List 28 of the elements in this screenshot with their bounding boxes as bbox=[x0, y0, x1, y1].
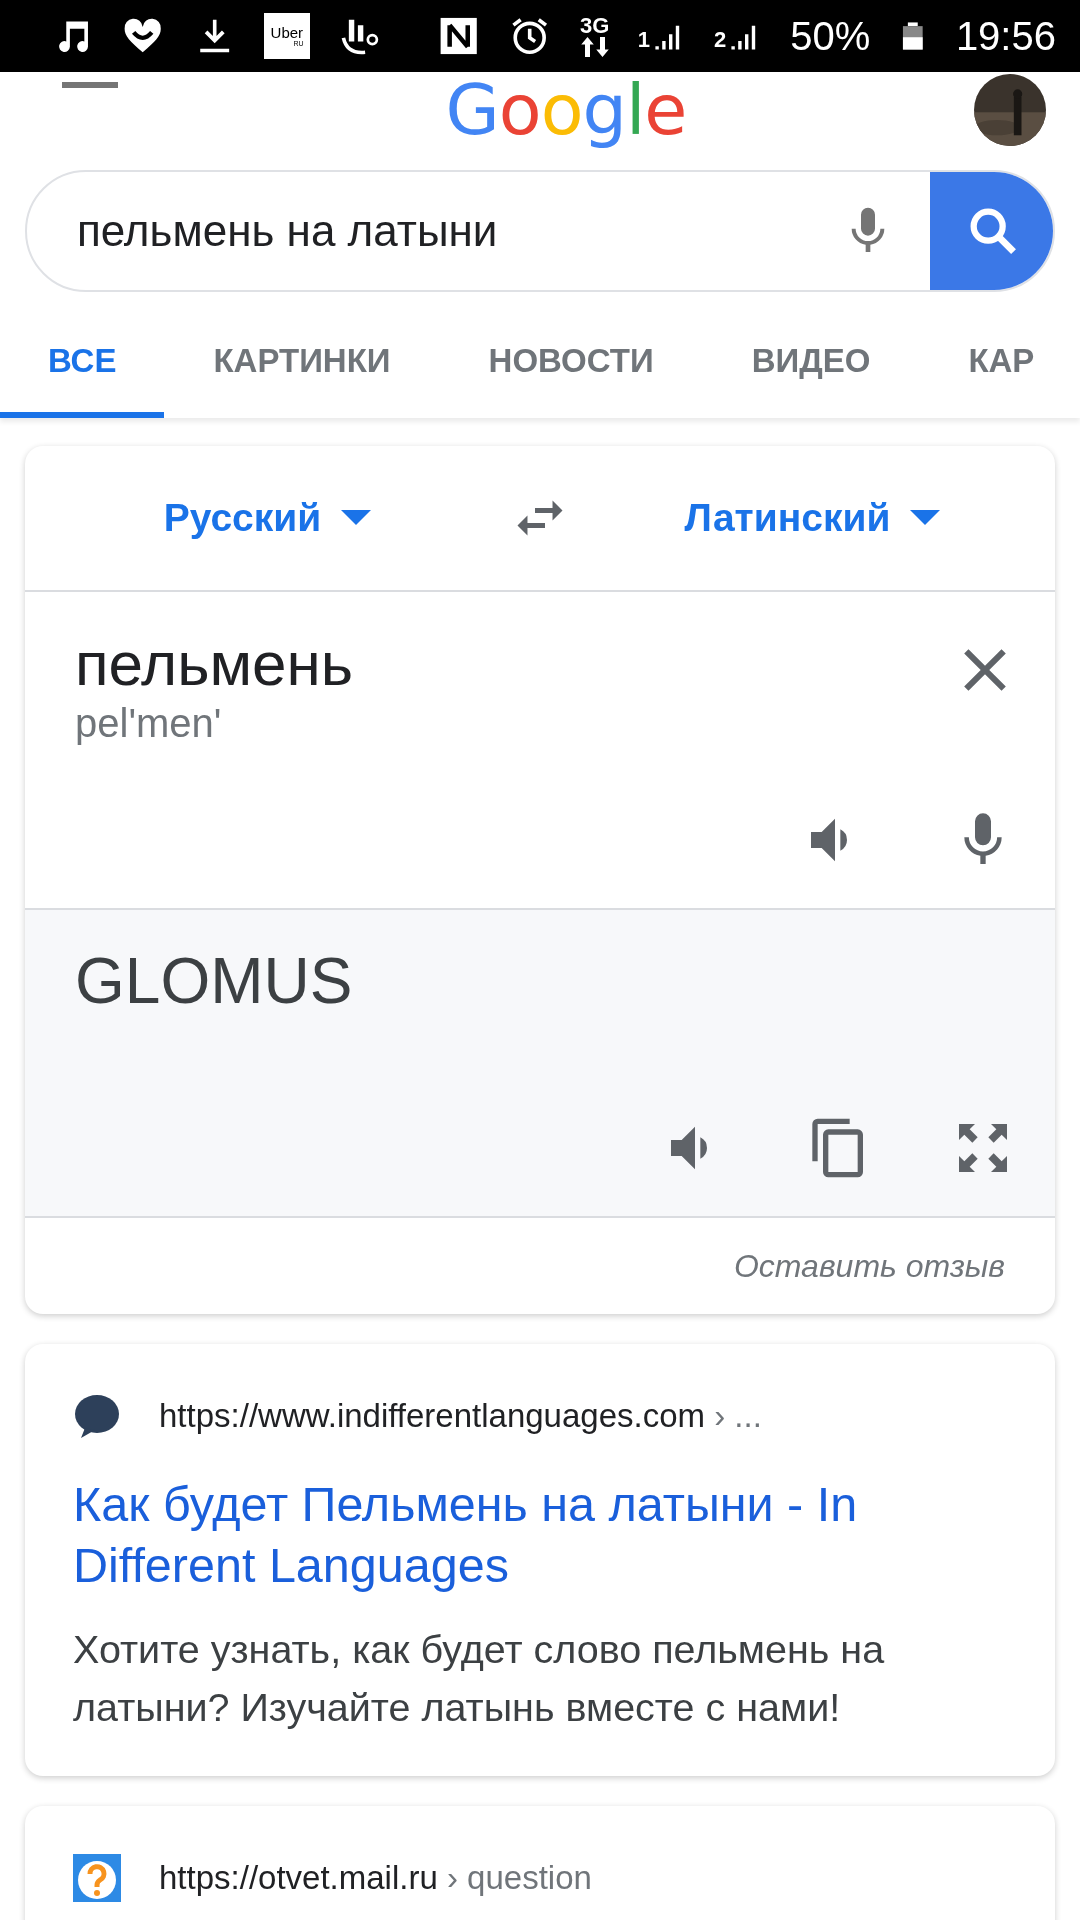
caret-icon bbox=[910, 510, 941, 526]
result-snippet: Хотите узнать, как будет слово пельмень на латыни? Изучайте латынь вместе с нами! bbox=[73, 1626, 886, 1731]
search-tab[interactable]: ВИДЕО bbox=[702, 312, 920, 418]
network-type: 3G bbox=[580, 15, 610, 37]
sim-label: 1 bbox=[637, 27, 650, 53]
transliteration: pel'men' bbox=[75, 701, 223, 746]
result-url: https://otvet.mail.ru › question bbox=[159, 1859, 592, 1897]
search-input[interactable]: пельмень на латыни bbox=[27, 205, 840, 257]
translation-text: GLOMUS bbox=[75, 945, 353, 1017]
result-title-link[interactable]: Как будет Пельмень на латыни - In Different Languages bbox=[73, 1474, 1007, 1596]
speech-bubble-icon bbox=[73, 1392, 121, 1440]
source-language-selector[interactable]: Русский bbox=[25, 495, 510, 541]
question-mark-icon bbox=[73, 1854, 121, 1902]
search-field[interactable]: пельмень на латыни bbox=[25, 170, 1055, 292]
search-tab[interactable]: НОВОСТИ bbox=[439, 312, 703, 418]
caret-icon bbox=[341, 510, 372, 526]
target-language-selector[interactable]: Латинский bbox=[570, 495, 1055, 541]
search-tab[interactable]: КАРТИНКИ bbox=[164, 312, 440, 418]
source-text: пельмень bbox=[75, 628, 354, 699]
search-tab[interactable]: КАР bbox=[919, 312, 1080, 418]
result-url: https://www.indifferentlanguages.com › ... bbox=[159, 1397, 762, 1435]
search-button[interactable] bbox=[930, 172, 1053, 290]
feedback-link[interactable]: Оставить отзыв bbox=[733, 1247, 1005, 1285]
up-down-arrows-icon bbox=[579, 37, 610, 57]
battery-percent: 50% bbox=[790, 13, 871, 59]
clock-time: 19:56 bbox=[955, 13, 1056, 59]
sim-label: 2 bbox=[713, 27, 727, 53]
search-tab[interactable]: ВСЕ bbox=[0, 312, 165, 418]
